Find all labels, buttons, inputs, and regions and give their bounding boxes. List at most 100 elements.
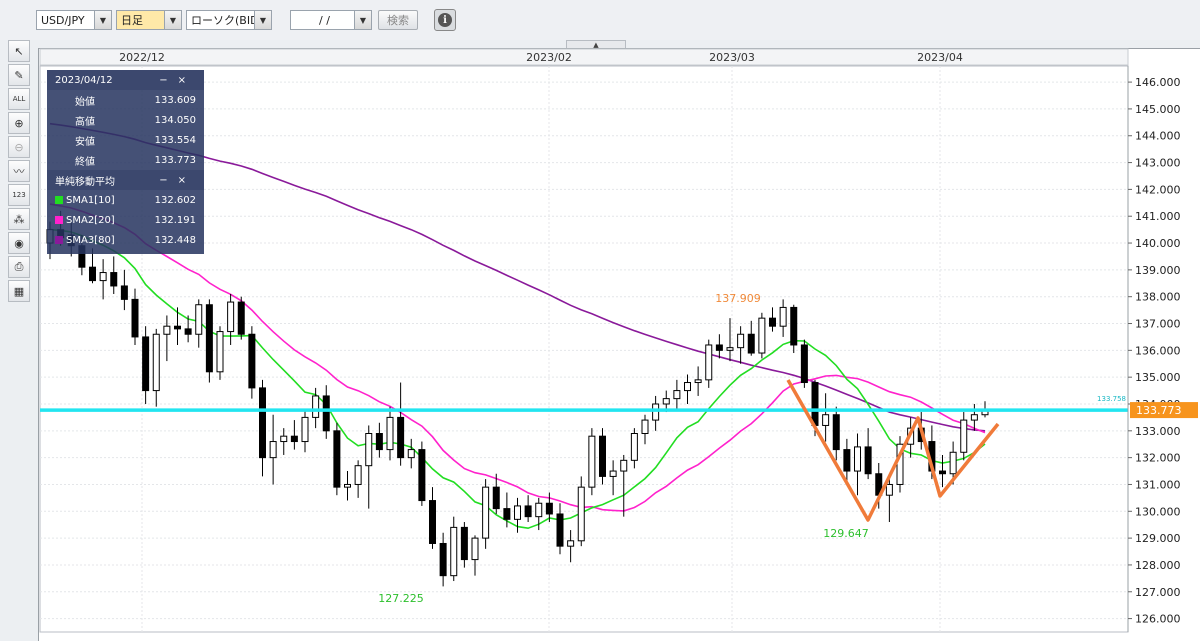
candle-down <box>89 266 96 282</box>
candle-down <box>142 336 150 392</box>
sma2-swatch <box>55 215 63 224</box>
y-tick-label: 127.000 <box>1135 586 1181 599</box>
candle-up <box>227 301 235 333</box>
low-value: 133.554 <box>154 134 196 146</box>
candle-up <box>779 306 787 327</box>
sma-header: 単純移動平均 −× <box>47 170 204 190</box>
candle-up <box>312 395 320 418</box>
y-tick-label: 143.000 <box>1135 157 1181 170</box>
x-axis-band <box>39 48 1129 66</box>
y-tick-label: 128.000 <box>1135 559 1181 572</box>
info-panel-date: 2023/04/12 <box>55 74 113 86</box>
candle-down <box>843 449 851 472</box>
candle-down <box>832 414 840 451</box>
high-annotation: 137.909 <box>715 292 761 305</box>
high-label: 高値 <box>75 116 95 128</box>
panel-controls: −× <box>159 75 196 86</box>
candle-up <box>567 540 575 547</box>
candle-up <box>662 398 670 405</box>
candle-down <box>524 505 532 518</box>
candle-up <box>407 449 415 459</box>
sma3-swatch <box>55 235 63 244</box>
candle-down <box>769 317 776 327</box>
candle-up <box>269 441 277 459</box>
candle-down <box>205 304 213 373</box>
candle-up <box>673 390 681 400</box>
y-tick-label: 138.000 <box>1135 291 1181 304</box>
x-axis: 2022/12 2023/02 2023/03 2023/04 <box>39 48 1129 66</box>
ohlc-info-panel[interactable]: 2023/04/12 −× 始値 133.609 高値 134.050 安値 133.… <box>47 70 204 254</box>
candle-up <box>535 502 543 518</box>
low1-annotation: 127.225 <box>378 592 424 605</box>
candle-down <box>110 272 118 287</box>
sma2-value: 132.191 <box>154 214 196 226</box>
candle-up <box>301 416 309 443</box>
y-axis: 146.000 145.000 144.000 143.000 142.000 141.0… <box>1127 66 1200 632</box>
sma3-value: 132.448 <box>154 234 196 246</box>
y-tick-label: 136.000 <box>1135 344 1181 357</box>
candle-up <box>620 459 628 472</box>
candle-down <box>599 435 606 477</box>
candle-up <box>652 403 660 421</box>
candle-down <box>545 502 553 515</box>
candle-up <box>726 347 734 351</box>
candle-up <box>99 272 107 282</box>
candle-up <box>684 382 691 392</box>
candle-down <box>460 526 468 561</box>
candle-up <box>737 333 745 349</box>
candle-down <box>322 395 330 432</box>
sma2-label: SMA2[20] <box>66 214 115 226</box>
candle-down <box>184 328 192 335</box>
y-tick-label: 133.000 <box>1135 425 1181 438</box>
y-tick-label: 135.000 <box>1135 371 1181 384</box>
x-tick-label: 2023/04 <box>917 51 963 64</box>
y-tick-label: 129.000 <box>1135 532 1181 545</box>
high-row: 高値 134.050 <box>47 110 204 130</box>
close-button[interactable]: × <box>178 75 196 86</box>
candle-down <box>174 325 181 330</box>
close-value: 133.773 <box>154 154 196 166</box>
candle-up <box>758 317 766 354</box>
sma1-row: SMA1[10] 132.602 <box>47 190 204 210</box>
candle-down <box>429 500 436 544</box>
candle-up <box>822 414 830 426</box>
candle-down <box>259 387 266 459</box>
sma-close-button[interactable]: × <box>178 175 196 186</box>
close-label: 終値 <box>75 156 95 168</box>
minimize-button[interactable]: − <box>159 75 177 86</box>
candle-up <box>163 325 171 335</box>
candle-up <box>641 419 649 434</box>
high-value: 134.050 <box>154 114 196 126</box>
candle-up <box>354 465 362 485</box>
y-tick-label: 140.000 <box>1135 237 1181 250</box>
candle-down <box>290 435 298 443</box>
candle-down <box>747 333 755 354</box>
candle-up <box>195 304 203 335</box>
candle-down <box>715 344 723 351</box>
y-tick-label: 142.000 <box>1135 183 1181 196</box>
candle-up <box>450 526 458 577</box>
low-label: 安値 <box>75 136 95 148</box>
candle-up <box>152 333 160 392</box>
sma1-swatch <box>55 195 63 204</box>
candle-up <box>854 446 861 472</box>
info-panel-header: 2023/04/12 −× <box>47 70 204 90</box>
open-value: 133.609 <box>154 94 196 106</box>
current-price-small-label: 133.758 <box>1097 395 1126 403</box>
y-tick-label: 141.000 <box>1135 210 1181 223</box>
candle-up <box>694 379 702 384</box>
candle-up <box>705 344 713 381</box>
sma3-row: SMA3[80] 132.448 <box>47 230 204 250</box>
candle-down <box>333 430 341 488</box>
y-tick-label: 131.000 <box>1135 478 1181 491</box>
open-row: 始値 133.609 <box>47 90 204 110</box>
sma-minimize-button[interactable]: − <box>159 175 177 186</box>
low2-annotation: 129.647 <box>823 527 869 540</box>
candle-up <box>482 486 490 539</box>
sma1-label: SMA1[10] <box>66 194 115 206</box>
current-price-label: 133.773 <box>1136 404 1182 417</box>
candle-up <box>588 435 596 488</box>
candle-down <box>397 416 405 459</box>
x-tick-label: 2023/03 <box>709 51 755 64</box>
y-tick-label: 144.000 <box>1135 130 1181 143</box>
